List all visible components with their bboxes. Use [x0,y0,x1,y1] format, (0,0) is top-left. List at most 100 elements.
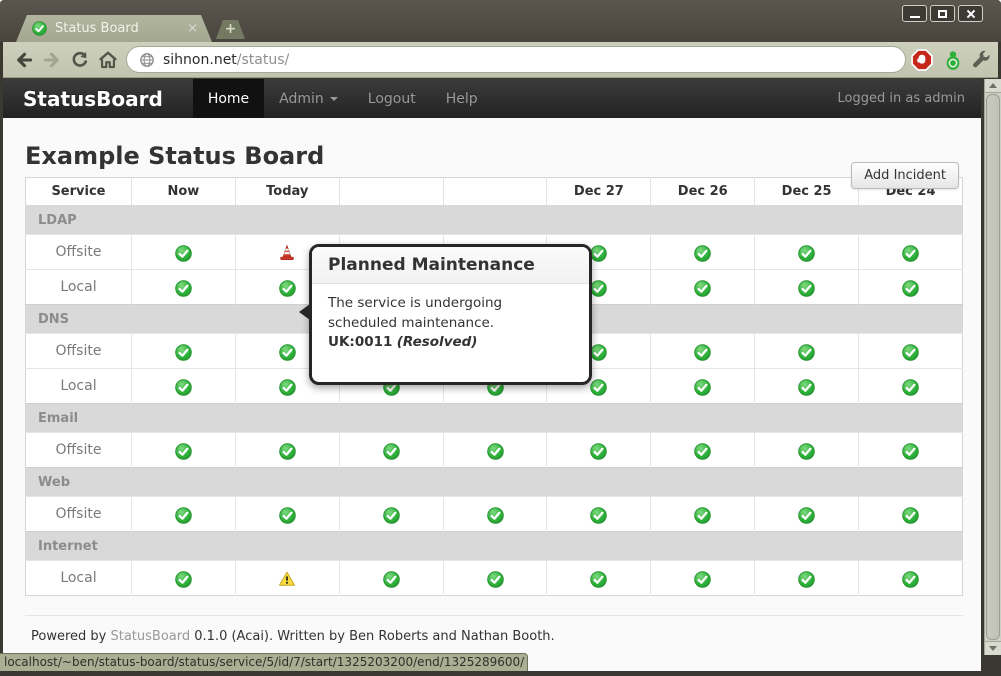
status-cell [131,334,235,369]
status-ok-icon[interactable] [175,245,192,262]
status-ok-icon[interactable] [798,507,815,524]
status-ok-icon[interactable] [798,443,815,460]
reload-button[interactable] [67,47,93,73]
status-ok-icon[interactable] [798,344,815,361]
logged-in-text: Logged in as admin [838,91,965,106]
green-mascot-icon [943,49,963,71]
add-incident-button[interactable]: Add Incident [851,162,959,189]
status-ok-icon[interactable] [902,344,919,361]
status-ok-icon[interactable] [590,379,607,396]
back-button[interactable] [11,47,37,73]
status-ok-icon[interactable] [798,280,815,297]
status-cell [443,433,547,468]
statusboard-link[interactable]: StatusBoard [110,629,190,644]
browser-tab[interactable]: Status Board × [16,15,212,42]
status-ok-icon[interactable] [902,245,919,262]
status-ok-icon[interactable] [694,245,711,262]
forward-button[interactable] [39,47,65,73]
status-ok-icon[interactable] [694,379,711,396]
vertical-scrollbar[interactable] [984,79,1001,655]
status-ok-icon[interactable] [279,507,296,524]
status-cell [651,235,755,270]
adblock-extension-button[interactable] [909,47,935,73]
status-ok-icon[interactable] [694,280,711,297]
nav-item-home[interactable]: Home [193,79,264,118]
menu-wrench-button[interactable] [968,47,994,73]
status-ok-icon[interactable] [590,280,607,297]
column-header [443,178,547,206]
status-ok-icon[interactable] [590,571,607,588]
app-brand[interactable]: StatusBoard [23,87,163,111]
status-ok-icon[interactable] [175,280,192,297]
status-ok-icon[interactable] [279,344,296,361]
tab-close-icon[interactable]: × [187,22,198,35]
status-ok-icon[interactable] [175,344,192,361]
status-ok-icon[interactable] [694,571,711,588]
service-group-row: Web [26,468,963,497]
arrow-up-icon [989,83,997,88]
tooltip-title: Planned Maintenance [312,247,589,284]
scrollbar-thumb[interactable] [986,94,1000,640]
tab-favicon-icon [32,21,47,36]
address-bar[interactable]: sihnon.net/status/ [126,46,906,73]
status-ok-icon[interactable] [175,507,192,524]
service-row: Local [26,561,963,596]
status-maintenance-icon[interactable] [278,244,296,262]
status-ok-icon[interactable] [694,507,711,524]
scroll-down-button[interactable] [985,641,1001,655]
status-ok-icon[interactable] [798,245,815,262]
service-name-cell: Local [26,270,132,305]
green-extension-button[interactable] [940,47,966,73]
status-cell [859,497,963,532]
status-cell [755,369,859,404]
status-ok-icon[interactable] [798,379,815,396]
page-title: Example Status Board [25,142,963,170]
status-ok-icon[interactable] [383,507,400,524]
status-ok-icon[interactable] [902,443,919,460]
status-ok-icon[interactable] [694,443,711,460]
status-ok-icon[interactable] [590,507,607,524]
status-cell [755,235,859,270]
status-table: ServiceNowTodayDec 27Dec 26Dec 25Dec 24L… [25,177,963,596]
status-ok-icon[interactable] [279,443,296,460]
service-group-row: LDAP [26,206,963,235]
status-ok-icon[interactable] [902,280,919,297]
status-cell [235,497,339,532]
status-warning-icon[interactable] [278,570,296,588]
nav-item-logout[interactable]: Logout [353,79,431,118]
status-ok-icon[interactable] [487,507,504,524]
wrench-icon [970,49,992,71]
home-icon [97,49,119,71]
nav-item-help[interactable]: Help [431,79,493,118]
status-ok-icon[interactable] [487,443,504,460]
footer-divider [25,615,963,616]
home-button[interactable] [95,47,121,73]
status-ok-icon[interactable] [383,443,400,460]
new-tab-button[interactable]: + [216,20,245,39]
status-ok-icon[interactable] [590,245,607,262]
status-ok-icon[interactable] [487,571,504,588]
status-ok-icon[interactable] [798,571,815,588]
status-ok-icon[interactable] [902,379,919,396]
status-ok-icon[interactable] [902,571,919,588]
status-ok-icon[interactable] [279,280,296,297]
globe-icon [139,52,155,68]
status-ok-icon[interactable] [590,443,607,460]
close-button[interactable] [958,5,983,22]
minimize-button[interactable] [902,5,927,22]
status-ok-icon[interactable] [590,344,607,361]
status-ok-icon[interactable] [175,379,192,396]
status-cell [443,561,547,596]
maximize-button[interactable] [930,5,955,22]
status-ok-icon[interactable] [383,571,400,588]
status-cell [651,270,755,305]
scroll-up-button[interactable] [985,79,1001,93]
status-ok-icon[interactable] [175,571,192,588]
status-ok-icon[interactable] [279,379,296,396]
status-ok-icon[interactable] [694,344,711,361]
status-ok-icon[interactable] [175,443,192,460]
browser-titlebar: Status Board × + [0,0,1001,42]
url-path: /status/ [237,52,289,68]
nav-item-admin[interactable]: Admin [264,79,353,118]
status-ok-icon[interactable] [902,507,919,524]
